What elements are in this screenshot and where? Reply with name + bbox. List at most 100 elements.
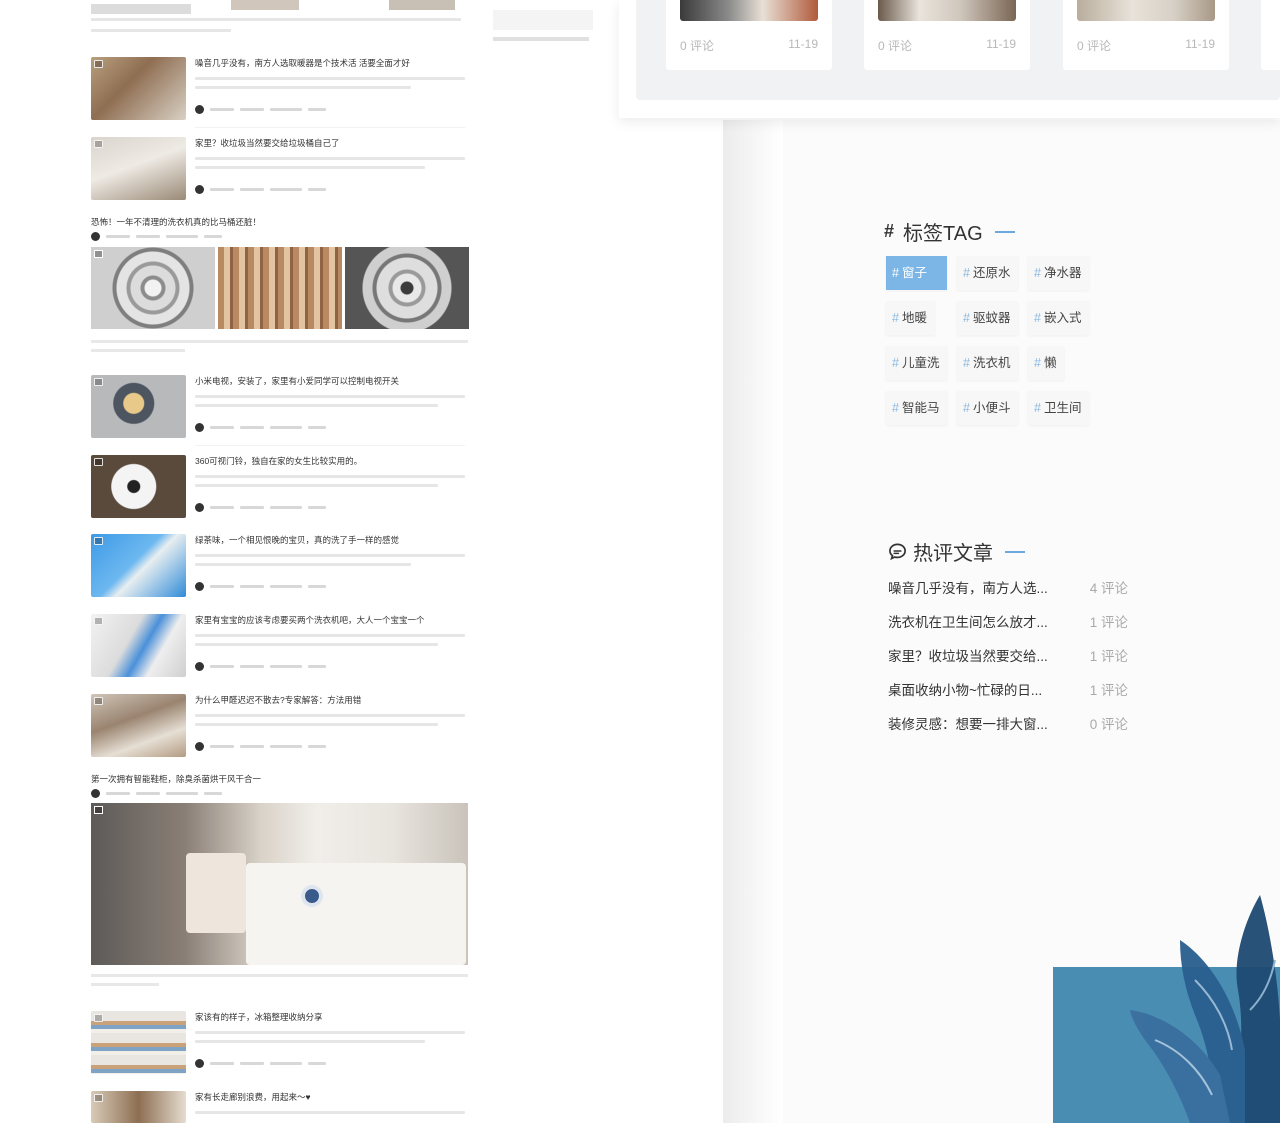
list-item[interactable]: 家里有宝宝的应该考虑要买两个洗衣机吧，大人一个宝宝一个 xyxy=(91,614,468,684)
comment-count[interactable]: 0 评论 xyxy=(878,37,912,54)
avatar-icon xyxy=(195,104,204,114)
article-excerpt xyxy=(195,628,465,646)
list-item[interactable]: 小米电视，安装了，家里有小爱同学可以控制电视开关 xyxy=(91,375,468,445)
big-post-title[interactable]: 第一次拥有智能鞋柜，除臭杀菌烘干风干合一 xyxy=(91,773,261,785)
gallery-image[interactable] xyxy=(345,247,469,329)
article-thumbnail[interactable] xyxy=(91,1091,186,1123)
article-thumbnail[interactable] xyxy=(91,455,186,518)
sidebar-fragment xyxy=(493,10,593,30)
list-item[interactable]: 绿茶味，一个相见恨晚的宝贝，真的洗了手一样的感觉 xyxy=(91,534,468,604)
tag-item[interactable]: # 驱蚊器 xyxy=(957,301,1019,335)
related-posts-strip: 0 评论 11-19 0 评论 11-19 0 评论 11-19 xyxy=(636,0,1280,100)
list-item[interactable]: 家该有的样子，冰箱整理收纳分享 xyxy=(91,1011,468,1081)
article-excerpt xyxy=(195,708,465,726)
avatar-icon xyxy=(195,1058,204,1068)
big-post-image[interactable] xyxy=(91,803,468,965)
article-thumbnail[interactable] xyxy=(91,614,186,677)
related-post-card[interactable]: 0 评论 11-19 xyxy=(1063,0,1229,70)
related-post-image[interactable] xyxy=(1077,0,1215,21)
image-icon xyxy=(94,1014,103,1022)
article-title[interactable]: 绿茶味，一个相见恨晚的宝贝，真的洗了手一样的感觉 xyxy=(195,534,399,546)
article-title[interactable]: 小米电视，安装了，家里有小爱同学可以控制电视开关 xyxy=(195,375,399,387)
tag-item[interactable]: # 窗子 xyxy=(886,256,947,290)
image-icon xyxy=(94,140,103,148)
avatar-icon xyxy=(91,788,100,798)
tag-item[interactable]: # 还原水 xyxy=(957,256,1019,290)
list-item[interactable]: 家里？收垃圾当然要交给垃圾桶自己了 xyxy=(91,137,468,207)
tag-widget-title: # 标签TAG xyxy=(884,217,1015,246)
tag-item[interactable]: # 地暖 xyxy=(886,301,935,335)
article-excerpt xyxy=(195,1105,465,1114)
tag-widget-label: 标签TAG xyxy=(903,223,983,245)
tag-item[interactable]: # 卫生间 xyxy=(1028,391,1090,425)
tag-item[interactable]: # 嵌入式 xyxy=(1028,301,1090,335)
related-post-card[interactable] xyxy=(1261,0,1280,70)
article-thumbnail[interactable] xyxy=(91,1011,186,1074)
hot-post-title[interactable]: 洗衣机在卫生间怎么放才... xyxy=(888,611,1048,633)
related-post-card[interactable]: 0 评论 11-19 xyxy=(864,0,1030,70)
article-title[interactable]: 家该有的样子，冰箱整理收纳分享 xyxy=(195,1011,323,1023)
hot-post-item[interactable]: 桌面收纳小物~忙碌的日... 1 评论 xyxy=(888,679,1128,701)
hot-post-comments: 1 评论 xyxy=(1089,683,1128,698)
hot-post-item[interactable]: 噪音几乎没有，南方人选... 4 评论 xyxy=(888,577,1128,599)
big-post-caption xyxy=(91,968,468,986)
article-meta xyxy=(195,104,326,114)
article-title[interactable]: 360可视门铃，独自在家的女生比较实用的。 xyxy=(195,455,362,467)
image-icon xyxy=(94,537,103,545)
article-excerpt xyxy=(195,1025,465,1043)
tag-item[interactable]: # 净水器 xyxy=(1028,256,1090,290)
hot-widget-label: 热评文章 xyxy=(913,543,993,565)
tag-item[interactable]: # 懒 xyxy=(1028,346,1065,380)
hot-post-comments: 1 评论 xyxy=(1089,649,1128,664)
article-meta xyxy=(195,502,326,512)
hot-post-comments: 4 评论 xyxy=(1089,581,1128,596)
gallery-image[interactable] xyxy=(91,247,215,329)
article-title[interactable]: 为什么甲醛迟迟不散去?专家解答：方法用错 xyxy=(195,694,361,706)
hot-widget-title: 热评文章 xyxy=(888,537,1025,566)
hot-post-item[interactable]: 洗衣机在卫生间怎么放才... 1 评论 xyxy=(888,611,1128,633)
related-post-image[interactable] xyxy=(680,0,818,21)
article-excerpt xyxy=(195,151,465,169)
related-post-card[interactable]: 0 评论 11-19 xyxy=(666,0,832,70)
article-thumbnail[interactable] xyxy=(91,375,186,438)
hot-post-title[interactable]: 桌面收纳小物~忙碌的日... xyxy=(888,679,1042,701)
article-title[interactable]: 家有长走廊别浪费，用起来～♥ xyxy=(195,1091,311,1103)
image-icon xyxy=(94,458,103,466)
comment-count[interactable]: 0 评论 xyxy=(1077,37,1111,54)
list-item[interactable]: 为什么甲醛迟迟不散去?专家解答：方法用错 xyxy=(91,694,468,764)
tag-item[interactable]: # 智能马 xyxy=(886,391,948,425)
hot-post-title[interactable]: 家里？收垃圾当然要交给... xyxy=(888,645,1048,667)
hot-post-title[interactable]: 噪音几乎没有，南方人选... xyxy=(888,577,1048,599)
related-post-image[interactable] xyxy=(878,0,1016,21)
image-icon xyxy=(94,697,103,705)
hot-post-item[interactable]: 家里？收垃圾当然要交给... 1 评论 xyxy=(888,645,1128,667)
gallery-images[interactable] xyxy=(91,247,469,329)
article-title[interactable]: 家里？收垃圾当然要交给垃圾桶自己了 xyxy=(195,137,340,149)
image-icon xyxy=(94,617,103,625)
gallery-post-title[interactable]: 恐怖！一年不清理的洗衣机真的比马桶还脏！ xyxy=(91,216,261,228)
article-thumbnail[interactable] xyxy=(91,137,186,200)
tag-item[interactable]: # 小便斗 xyxy=(957,391,1019,425)
article-thumbnail[interactable] xyxy=(91,534,186,597)
tag-item[interactable]: # 儿童洗 xyxy=(886,346,948,380)
article-meta xyxy=(195,741,326,751)
article-title[interactable]: 家里有宝宝的应该考虑要买两个洗衣机吧，大人一个宝宝一个 xyxy=(195,614,425,626)
avatar-icon xyxy=(195,661,204,671)
post-date: 11-19 xyxy=(986,37,1016,51)
chat-bubble-icon xyxy=(889,543,906,561)
image-icon xyxy=(94,250,103,258)
hot-post-item[interactable]: 装修灵感：想要一排大窗... 0 评论 xyxy=(888,713,1128,735)
gallery-image[interactable] xyxy=(218,247,342,329)
list-item[interactable]: 家有长走廊别浪费，用起来～♥ xyxy=(91,1091,468,1123)
article-thumbnail[interactable] xyxy=(91,57,186,120)
article-title[interactable]: 噪音几乎没有，南方人选取暖器是个技术活 活要全面才好 xyxy=(195,57,410,69)
post-date: 11-19 xyxy=(788,37,818,51)
comment-count[interactable]: 0 评论 xyxy=(680,37,714,54)
article-meta xyxy=(195,184,326,194)
article-thumbnail[interactable] xyxy=(91,694,186,757)
tag-item[interactable]: # 洗衣机 xyxy=(957,346,1019,380)
image-icon xyxy=(94,1094,103,1102)
hot-post-title[interactable]: 装修灵感：想要一排大窗... xyxy=(888,713,1048,735)
list-item[interactable]: 360可视门铃，独自在家的女生比较实用的。 xyxy=(91,455,468,525)
list-item[interactable]: 噪音几乎没有，南方人选取暖器是个技术活 活要全面才好 xyxy=(91,57,468,127)
